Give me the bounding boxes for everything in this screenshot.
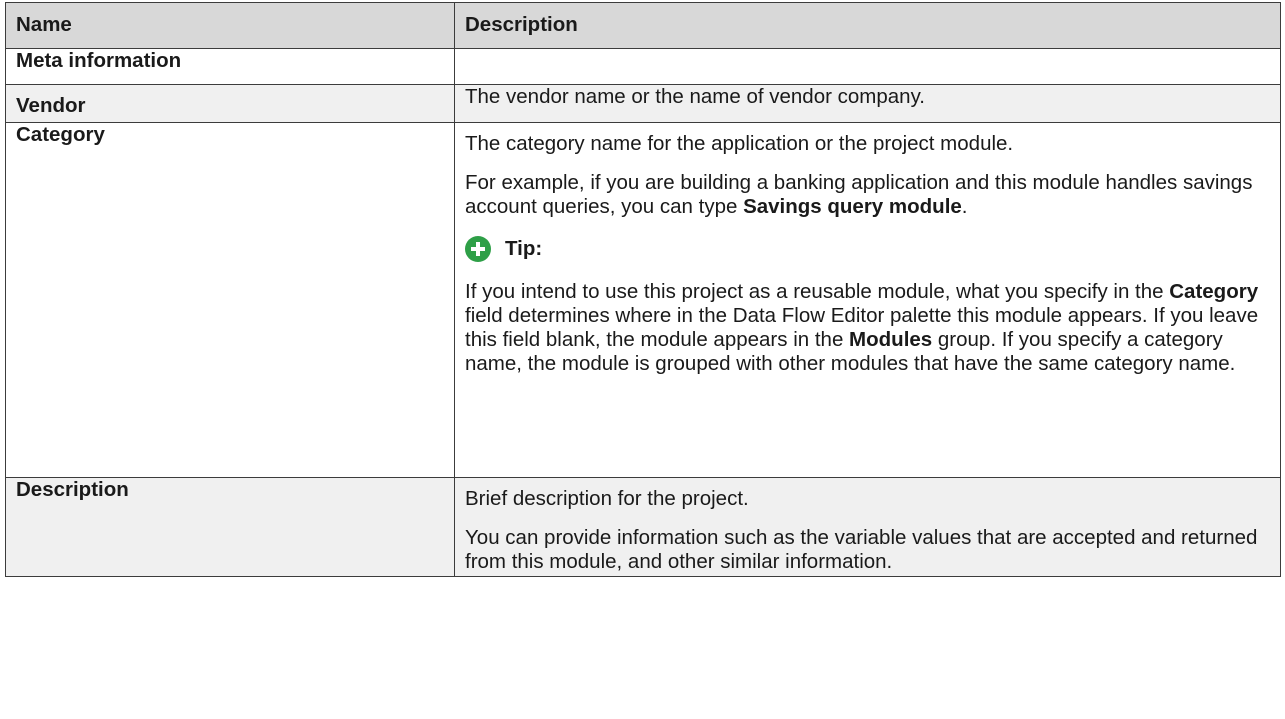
table-row: Category The category name for the appli… (5, 122, 1281, 478)
tip-body: If you intend to use this project as a r… (465, 280, 1259, 375)
description-description: Brief description for the project. You c… (454, 477, 1281, 577)
emphasis: Category (1169, 280, 1259, 303)
emphasis: Savings query module (743, 195, 962, 218)
empty-cell (454, 48, 1281, 85)
table-row: Description Brief description for the pr… (5, 477, 1281, 577)
table-header-row: Name Description (5, 2, 1281, 49)
table-row: Vendor The vendor name or the name of ve… (5, 84, 1281, 123)
properties-table: Name Description Meta information Vendor… (5, 2, 1281, 577)
table-row: Meta information (5, 48, 1281, 85)
term-category: Category (5, 122, 455, 478)
term-description: Description (5, 477, 455, 577)
tip-callout: Tip: (465, 236, 1270, 262)
tip-label: Tip: (505, 237, 543, 260)
description-vendor: The vendor name or the name of vendor co… (454, 84, 1281, 123)
plus-circle-icon (465, 236, 491, 262)
term-vendor: Vendor (5, 84, 455, 123)
paragraph: For example, if you are building a banki… (465, 171, 1253, 218)
emphasis: Modules (849, 328, 933, 351)
header-name: Name (5, 2, 455, 49)
paragraph: Brief description for the project. (465, 487, 749, 510)
paragraph: The category name for the application or… (465, 132, 1014, 155)
header-description: Description (454, 2, 1281, 49)
section-heading-meta-information: Meta information (5, 48, 455, 85)
paragraph: You can provide information such as the … (465, 526, 1258, 573)
description-category: The category name for the application or… (454, 122, 1281, 478)
